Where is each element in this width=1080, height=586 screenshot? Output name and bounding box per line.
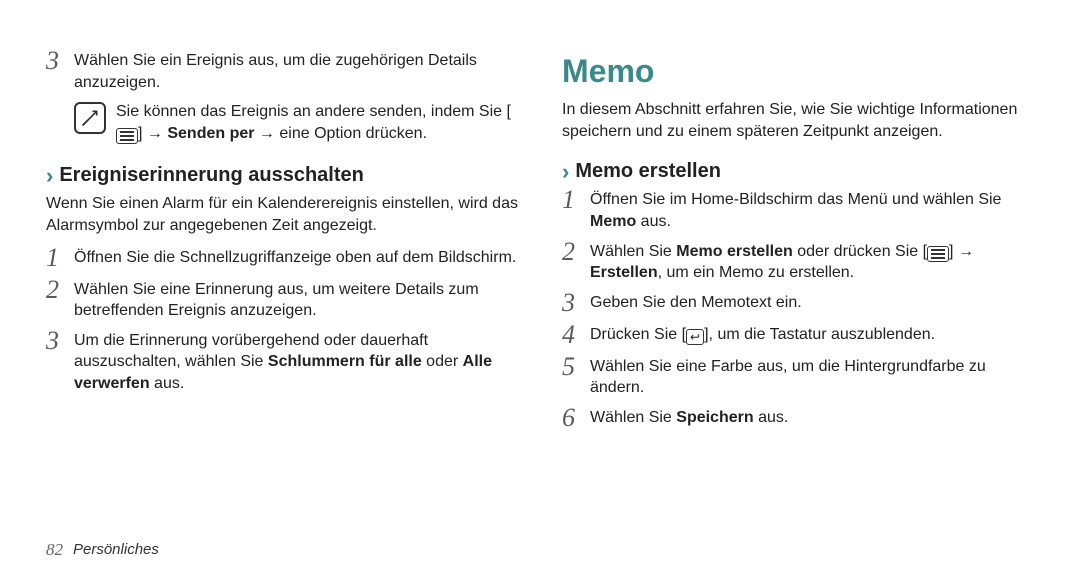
subheading-text: Ereigniserinnerung ausschalten [59,162,364,189]
right-intro: In diesem Abschnitt erfahren Sie, wie Si… [562,99,1034,142]
page-number: 82 [46,539,63,562]
left-column: 3 Wählen Sie ein Ereignis aus, um die zu… [46,50,518,439]
left-sub-step-3: 3 Um die Erinnerung vorübergehend oder d… [46,330,518,395]
note-bold: Senden per [167,125,254,142]
note-row: Sie können das Ereignis an andere senden… [74,101,518,144]
step-text: Wählen Sie Memo erstellen oder drücken S… [590,241,1034,284]
right-step-3: 3 Geben Sie den Memotext ein. [562,292,1034,316]
left-intro: Wenn Sie einen Alarm für ein Kalenderere… [46,193,518,236]
step-text: Um die Erinnerung vorübergehend oder dau… [74,330,518,395]
step-text: Wählen Sie ein Ereignis aus, um die zuge… [74,50,518,93]
step-text: Wählen Sie eine Erinnerung aus, um weite… [74,279,518,322]
step-number: 3 [562,290,590,316]
chevron-icon: › [46,165,53,187]
t: , um ein Memo zu erstellen. [658,264,855,281]
t: aus. [754,409,789,426]
step-number: 6 [562,405,590,431]
left-sub-step-2: 2 Wählen Sie eine Erinnerung aus, um wei… [46,279,518,322]
t: Wählen Sie [590,243,676,260]
t-bold: Erstellen [590,264,658,281]
right-step-1: 1 Öffnen Sie im Home-Bildschirm das Menü… [562,189,1034,232]
t-bold: Schlummern für alle [268,353,422,370]
step-number: 3 [46,328,74,354]
right-column: Memo In diesem Abschnitt erfahren Sie, w… [562,50,1034,439]
note-end: → eine Option drücken. [254,125,427,142]
menu-key-icon [116,128,138,144]
t: oder drücken Sie [ [793,243,927,260]
subheading-text: Memo erstellen [575,158,721,185]
step-number: 2 [46,277,74,303]
note-icon [74,102,106,134]
left-step-3: 3 Wählen Sie ein Ereignis aus, um die zu… [46,50,518,93]
step-number: 1 [46,245,74,271]
left-sub-step-1: 1 Öffnen Sie die Schnellzugriffanzeige o… [46,247,518,271]
t-bold: Speichern [676,409,753,426]
step-text: Öffnen Sie die Schnellzugriffanzeige obe… [74,247,518,269]
back-key-icon: ↩ [686,329,704,345]
right-step-2: 2 Wählen Sie Memo erstellen oder drücken… [562,241,1034,284]
step-number: 1 [562,187,590,213]
step-text: Wählen Sie Speichern aus. [590,407,1034,429]
menu-key-icon [927,246,949,262]
step-text: Öffnen Sie im Home-Bildschirm das Menü u… [590,189,1034,232]
t: Drücken Sie [ [590,326,686,343]
step-text: Wählen Sie eine Farbe aus, um die Hinter… [590,356,1034,399]
note-text: Sie können das Ereignis an andere senden… [116,101,518,144]
t: oder [422,353,463,370]
step-number: 5 [562,354,590,380]
note-text-pre: Sie können das Ereignis an andere senden… [116,103,511,120]
t-bold: Memo erstellen [676,243,792,260]
subheading-memo-erstellen: › Memo erstellen [562,158,1034,185]
page-footer: 82 Persönliches [46,539,159,562]
right-step-5: 5 Wählen Sie eine Farbe aus, um die Hint… [562,356,1034,399]
t: ] → [949,243,974,260]
step-number: 2 [562,239,590,265]
t: Öffnen Sie im Home-Bildschirm das Menü u… [590,191,1001,208]
subheading-ereigniserinnerung: › Ereigniserinnerung ausschalten [46,162,518,189]
footer-section: Persönliches [73,540,159,560]
step-text: Geben Sie den Memotext ein. [590,292,1034,314]
step-number: 3 [46,48,74,74]
right-step-4: 4 Drücken Sie [↩], um die Tastatur auszu… [562,324,1034,348]
note-arrow-1: ] → [138,125,167,142]
step-number: 4 [562,322,590,348]
chevron-icon: › [562,161,569,183]
t: ], um die Tastatur auszublenden. [704,326,935,343]
t: aus. [150,375,185,392]
t: aus. [636,213,671,230]
heading-memo: Memo [562,50,1034,93]
t-bold: Memo [590,213,636,230]
step-text: Drücken Sie [↩], um die Tastatur auszubl… [590,324,1034,346]
right-step-6: 6 Wählen Sie Speichern aus. [562,407,1034,431]
t: Wählen Sie [590,409,676,426]
